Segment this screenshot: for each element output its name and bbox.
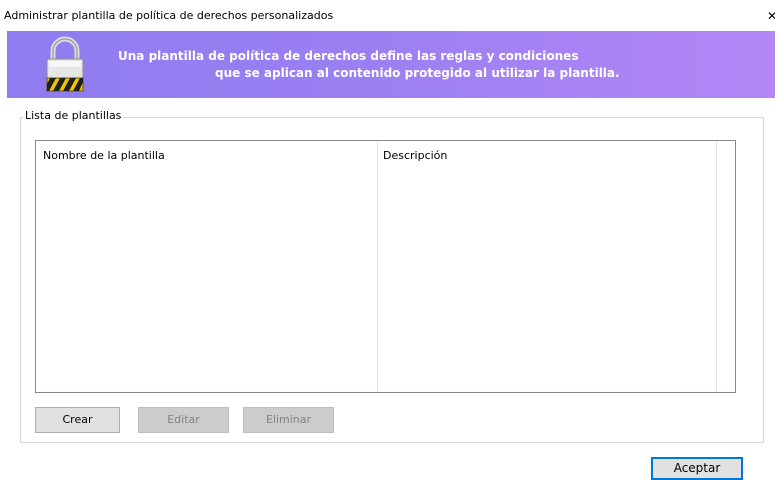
info-banner bbox=[7, 31, 775, 98]
templates-group-legend: Lista de plantillas bbox=[23, 109, 124, 122]
title-bar: Administrar plantilla de política de der… bbox=[0, 0, 775, 30]
banner-text-line1: Una plantilla de política de derechos de… bbox=[118, 49, 579, 63]
delete-button[interactable]: Eliminar bbox=[243, 407, 334, 433]
banner-text-line2: que se aplican al contenido protegido al… bbox=[215, 66, 620, 80]
lock-icon bbox=[46, 36, 84, 92]
edit-button[interactable]: Editar bbox=[138, 407, 229, 433]
window-title: Administrar plantilla de política de der… bbox=[4, 9, 334, 22]
templates-list[interactable]: Nombre de la plantilla Descripción bbox=[35, 140, 736, 393]
column-divider[interactable] bbox=[377, 141, 378, 392]
column-header-name[interactable]: Nombre de la plantilla bbox=[43, 149, 165, 162]
column-header-description[interactable]: Descripción bbox=[383, 149, 447, 162]
accept-button[interactable]: Aceptar bbox=[651, 457, 743, 480]
create-button[interactable]: Crear bbox=[35, 407, 120, 433]
column-divider[interactable] bbox=[716, 141, 717, 392]
close-icon[interactable]: ✕ bbox=[767, 9, 775, 23]
